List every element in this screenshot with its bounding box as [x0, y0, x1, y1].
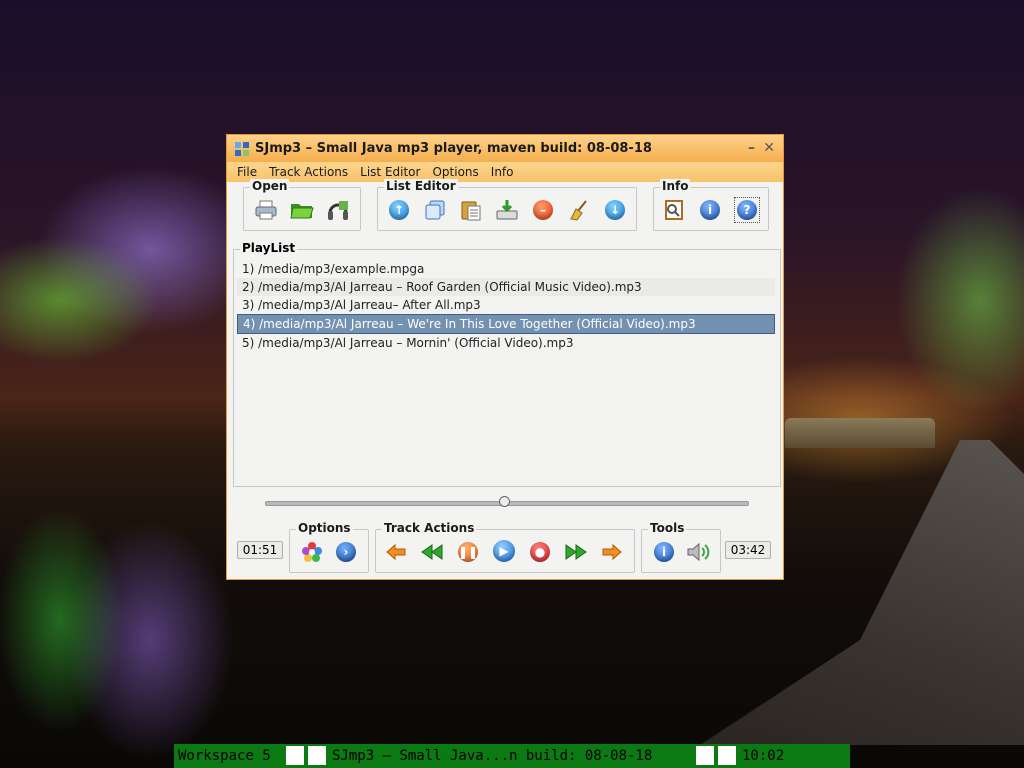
- list-editor-group-title: List Editor: [384, 179, 458, 193]
- tools-group: Tools i: [641, 521, 721, 573]
- settings-icon[interactable]: ›: [334, 540, 358, 564]
- paste-icon[interactable]: [459, 198, 483, 222]
- taskbar: Workspace 5 SJmp3 – Small Java...n build…: [174, 744, 850, 768]
- move-up-icon[interactable]: ↑: [387, 198, 411, 222]
- app-icon: [235, 141, 249, 156]
- minimize-button[interactable]: –: [748, 140, 755, 156]
- properties-icon[interactable]: [662, 198, 686, 222]
- list-item[interactable]: 2) /media/mp3/Al Jarreau – Roof Garden (…: [237, 278, 775, 296]
- stop-icon[interactable]: ●: [528, 540, 552, 564]
- about-info-icon[interactable]: i: [698, 198, 722, 222]
- track-actions-group: Track Actions ❚❚ ▶ ●: [375, 521, 635, 573]
- taskbar-clock: 10:02: [742, 748, 785, 764]
- playlist-panel: PlayList 1) /media/mp3/example.mpga 2) /…: [233, 241, 781, 487]
- tools-group-title: Tools: [648, 521, 687, 535]
- info-group: Info i ?: [653, 179, 769, 231]
- options-group-title: Options: [296, 521, 353, 535]
- colors-icon[interactable]: [300, 540, 324, 564]
- volume-icon[interactable]: [686, 540, 710, 564]
- tray-box[interactable]: [718, 746, 736, 765]
- save-playlist-icon[interactable]: [495, 198, 519, 222]
- window-title: SJmp3 – Small Java mp3 player, maven bui…: [255, 141, 652, 156]
- headphones-icon[interactable]: [326, 198, 350, 222]
- title-bar[interactable]: SJmp3 – Small Java mp3 player, maven bui…: [227, 135, 783, 162]
- workspace-box[interactable]: [286, 746, 304, 765]
- folder-open-icon[interactable]: [290, 198, 314, 222]
- total-time: 03:42: [725, 541, 771, 559]
- track-info-icon[interactable]: i: [652, 540, 676, 564]
- position-slider-thumb[interactable]: [499, 496, 510, 507]
- rewind-icon[interactable]: [420, 540, 444, 564]
- list-item[interactable]: 3) /media/mp3/Al Jarreau– After All.mp3: [237, 296, 775, 314]
- play-icon[interactable]: ▶: [492, 539, 516, 563]
- pause-icon[interactable]: ❚❚: [456, 540, 480, 564]
- menu-track-actions[interactable]: Track Actions: [263, 165, 354, 179]
- menu-bar: File Track Actions List Editor Options I…: [227, 162, 783, 182]
- playlist-list[interactable]: 1) /media/mp3/example.mpga 2) /media/mp3…: [237, 260, 775, 352]
- previous-track-icon[interactable]: [384, 540, 408, 564]
- fast-forward-icon[interactable]: [564, 540, 588, 564]
- move-down-icon[interactable]: ↓: [603, 198, 627, 222]
- remove-icon[interactable]: –: [531, 198, 555, 222]
- close-button[interactable]: ✕: [763, 140, 775, 156]
- workspace-label[interactable]: Workspace 5: [178, 748, 271, 764]
- taskbar-task[interactable]: SJmp3 – Small Java...n build: 08-08-18: [332, 748, 652, 764]
- menu-info[interactable]: Info: [485, 165, 520, 179]
- help-icon[interactable]: ?: [734, 197, 760, 223]
- menu-list-editor[interactable]: List Editor: [354, 165, 426, 179]
- track-actions-group-title: Track Actions: [382, 521, 477, 535]
- tray-box[interactable]: [696, 746, 714, 765]
- menu-file[interactable]: File: [231, 165, 263, 179]
- copy-icon[interactable]: [423, 198, 447, 222]
- list-item-selected[interactable]: 4) /media/mp3/Al Jarreau – We're In This…: [237, 314, 775, 334]
- next-track-icon[interactable]: [600, 540, 624, 564]
- list-item[interactable]: 5) /media/mp3/Al Jarreau – Mornin' (Offi…: [237, 334, 775, 352]
- list-editor-group: List Editor ↑ – ↓: [377, 179, 637, 231]
- options-group: Options ›: [289, 521, 369, 573]
- app-window: SJmp3 – Small Java mp3 player, maven bui…: [226, 134, 784, 580]
- menu-options[interactable]: Options: [426, 165, 484, 179]
- list-item[interactable]: 1) /media/mp3/example.mpga: [237, 260, 775, 278]
- playlist-title: PlayList: [240, 241, 298, 255]
- open-group: Open: [243, 179, 361, 231]
- info-group-title: Info: [660, 179, 691, 193]
- open-group-title: Open: [250, 179, 290, 193]
- workspace-box[interactable]: [308, 746, 326, 765]
- elapsed-time: 01:51: [237, 541, 283, 559]
- printer-icon[interactable]: [254, 198, 278, 222]
- wallpaper-bridge: [785, 418, 935, 448]
- clear-broom-icon[interactable]: [567, 198, 591, 222]
